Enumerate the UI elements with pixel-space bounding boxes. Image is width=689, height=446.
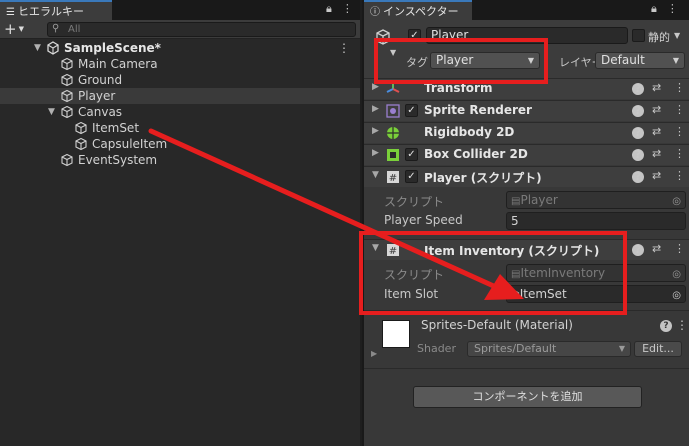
annotation-arrow: [148, 128, 524, 300]
arrow-shaft: [148, 128, 501, 291]
